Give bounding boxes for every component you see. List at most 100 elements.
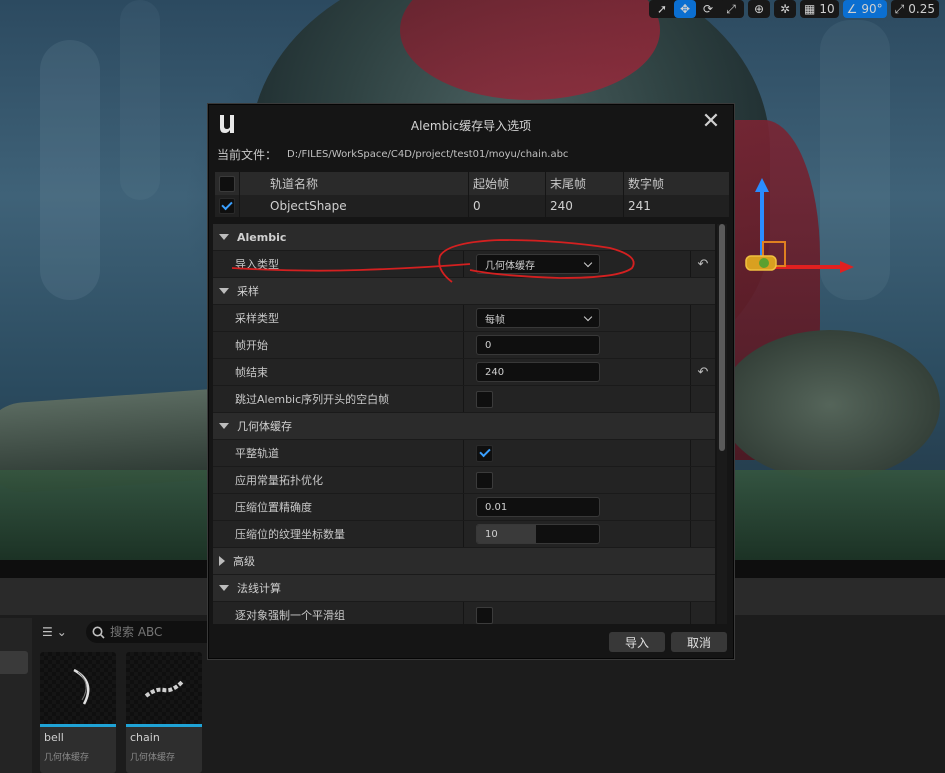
scale-mode-button[interactable]: ⤢ (720, 0, 742, 18)
rotate-mode-button[interactable]: ⟳ (697, 0, 719, 18)
expand-arrow-icon (219, 234, 229, 240)
position-precision-input[interactable]: 0.01 (476, 497, 600, 517)
table-row[interactable]: ObjectShape 0 240 241 (215, 195, 729, 217)
number-value: 0.01 (485, 501, 508, 513)
dialog-title-bar[interactable]: Alembic缓存导入选项 ✕ (209, 105, 733, 143)
constant-topology-checkbox[interactable] (476, 471, 493, 489)
asset-search-box[interactable] (86, 621, 210, 643)
section-sampling[interactable]: 采样 (213, 278, 715, 304)
scale-snap-button[interactable]: ⤢ 0.25 (890, 0, 939, 18)
collapsed-arrow-icon (219, 556, 225, 566)
track-start-frame: 0 (469, 195, 546, 217)
property-import-type: 导入类型 几何体缓存 ↶ (213, 251, 715, 277)
grid-snap-value: 10 (819, 2, 835, 16)
uv-bits-slider[interactable]: 10 (476, 524, 600, 544)
column-end-frame[interactable]: 末尾帧 (546, 172, 624, 195)
import-settings-panel: Alembic 导入类型 几何体缓存 ↶ 采样 采样类型 每帧 帧开始 0 帧结… (213, 224, 715, 626)
surface-snap-icon: ✲ (779, 2, 791, 16)
reset-slot (691, 494, 715, 520)
track-checkbox[interactable] (219, 198, 235, 214)
number-value: 0 (485, 339, 492, 351)
column-frame-count[interactable]: 数字帧 (624, 172, 729, 195)
property-skip-empty-frames: 跳过Alembic序列开头的空白帧 (213, 386, 715, 412)
property-value (464, 602, 691, 626)
reset-slot (691, 332, 715, 358)
frame-start-input[interactable]: 0 (476, 335, 600, 355)
asset-tile-bell[interactable]: bell 几何体缓存 (40, 652, 116, 773)
details-scrollbar[interactable] (717, 224, 727, 626)
scale-icon: ⤢ (726, 1, 736, 16)
asset-tile-chain[interactable]: chain 几何体缓存 (126, 652, 202, 773)
asset-thumbnail (126, 652, 202, 724)
bell-thumbnail-icon (73, 668, 90, 705)
section-advanced[interactable]: 高级 (213, 548, 715, 574)
dropdown-value: 每帧 (485, 314, 505, 326)
section-geometry-cache[interactable]: 几何体缓存 (213, 413, 715, 439)
asset-search-input[interactable] (110, 625, 200, 639)
property-label: 压缩位的纹理坐标数量 (213, 521, 464, 547)
force-smoothing-checkbox[interactable] (476, 606, 493, 624)
chain-thumbnail-icon (144, 680, 184, 698)
select-all-checkbox[interactable] (219, 175, 235, 192)
reset-to-default-button[interactable]: ↶ (691, 359, 715, 385)
reset-icon: ↶ (697, 256, 709, 272)
property-position-precision: 压缩位置精确度 0.01 (213, 494, 715, 520)
grid-snap-button[interactable]: ▦ 10 (800, 0, 839, 18)
select-all-cell (215, 172, 240, 195)
reset-to-default-button[interactable]: ↶ (691, 251, 715, 277)
property-value (464, 440, 691, 466)
import-type-dropdown[interactable]: 几何体缓存 (476, 254, 600, 274)
property-sample-type: 采样类型 每帧 (213, 305, 715, 331)
section-title: 采样 (237, 285, 259, 298)
property-value: 240 (464, 359, 691, 385)
reset-slot (691, 440, 715, 466)
angle-snap-button[interactable]: ∠ 90° (842, 0, 887, 18)
filter-button[interactable]: ☰ ⌄ (42, 625, 67, 639)
chevron-down-icon: ⌄ (56, 625, 67, 639)
transform-gizmo[interactable] (742, 176, 862, 286)
close-button[interactable]: ✕ (699, 111, 723, 135)
number-value: 240 (485, 366, 505, 378)
skip-empty-checkbox[interactable] (476, 390, 493, 408)
expand-arrow-icon (219, 423, 229, 429)
surface-snap-button[interactable]: ✲ (774, 0, 796, 18)
scrollbar-thumb[interactable] (719, 224, 725, 451)
section-title: 几何体缓存 (237, 420, 292, 433)
dialog-title: Alembic缓存导入选项 (410, 119, 532, 133)
chevron-down-icon (583, 258, 593, 267)
stone-right (720, 330, 940, 480)
sample-type-dropdown[interactable]: 每帧 (476, 308, 600, 328)
background-tree (40, 40, 100, 300)
translate-mode-button[interactable]: ✥ (674, 0, 696, 18)
globe-icon: ⊕ (753, 2, 765, 16)
property-value: 10 (464, 521, 691, 547)
column-track-name[interactable]: 轨道名称 (240, 172, 469, 195)
world-local-button[interactable]: ⊕ (748, 0, 770, 18)
property-label: 压缩位置精确度 (213, 494, 464, 520)
asset-type: 几何体缓存 (44, 753, 90, 763)
property-value: 每帧 (464, 305, 691, 331)
expand-arrow-icon (219, 288, 229, 294)
flatten-tracks-checkbox[interactable] (476, 444, 493, 462)
section-normal-calculation[interactable]: 法线计算 (213, 575, 715, 601)
search-icon (92, 626, 105, 639)
import-button[interactable]: 导入 (609, 632, 665, 652)
track-frame-count: 241 (628, 199, 651, 213)
property-value (464, 467, 691, 493)
property-value: 0 (464, 332, 691, 358)
background-tree (120, 0, 160, 200)
tracks-table: 轨道名称 起始帧 末尾帧 数字帧 ObjectShape 0 240 241 (215, 172, 729, 217)
viewport-toolbar: ➚ ✥ ⟳ ⤢ ⊕ ✲ ▦ 10 ∠ 90° ⤢ 0.25 (649, 0, 945, 18)
cancel-button[interactable]: 取消 (671, 632, 727, 652)
chevron-down-icon (583, 312, 593, 321)
section-title: 法线计算 (237, 582, 281, 595)
section-title: 高级 (233, 555, 255, 568)
current-file-label: 当前文件： (217, 148, 278, 162)
column-start-frame[interactable]: 起始帧 (469, 172, 546, 195)
frame-end-input[interactable]: 240 (476, 362, 600, 382)
section-alembic[interactable]: Alembic (213, 224, 715, 250)
selected-folder[interactable] (0, 651, 28, 674)
scale-snap-value: 0.25 (908, 2, 935, 16)
angle-snap-value: 90° (861, 2, 883, 16)
select-mode-button[interactable]: ➚ (651, 0, 673, 18)
